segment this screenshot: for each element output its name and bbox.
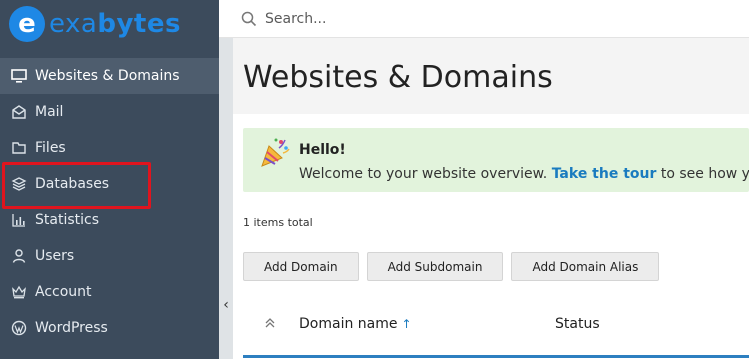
- table-header-divider: [243, 355, 749, 358]
- sidebar-item-mail[interactable]: Mail: [0, 94, 219, 130]
- welcome-title: Hello!: [299, 142, 346, 158]
- column-header-status[interactable]: Status: [555, 316, 600, 332]
- sidebar-item-wordpress[interactable]: WordPress: [0, 310, 219, 346]
- welcome-banner: Hello! Welcome to your website overview.…: [243, 128, 749, 192]
- sidebar-item-files[interactable]: Files: [0, 130, 219, 166]
- bar-chart-icon: [11, 212, 27, 228]
- main-content: ‹ Websites & Domains Hello! Welcome to y…: [219, 38, 749, 359]
- sidebar-item-websites-domains[interactable]: Websites & Domains: [0, 58, 219, 94]
- page-title: Websites & Domains: [243, 60, 553, 95]
- sidebar-item-label: Websites & Domains: [35, 68, 180, 84]
- wordpress-icon: [11, 320, 27, 336]
- sidebar-item-users[interactable]: Users: [0, 238, 219, 274]
- add-domain-alias-button[interactable]: Add Domain Alias: [511, 252, 660, 281]
- sidebar-item-label: Users: [35, 248, 75, 264]
- sidebar-item-label: Account: [35, 284, 92, 300]
- search-icon: [241, 11, 257, 27]
- welcome-text: Welcome to your website overview. Take t…: [299, 166, 749, 182]
- sidebar-item-label: Databases: [35, 176, 110, 192]
- search-input[interactable]: [265, 10, 565, 27]
- sidebar-item-label: Files: [35, 140, 66, 156]
- top-bar: [219, 0, 749, 38]
- sidebar-nav: Websites & Domains Mail Files Databases …: [0, 58, 219, 346]
- logo-mark: e: [9, 6, 45, 42]
- sidebar-item-databases[interactable]: Databases: [0, 166, 219, 202]
- content-panel: Hello! Welcome to your website overview.…: [233, 114, 749, 359]
- sort-ascending-icon: ↑: [401, 317, 412, 331]
- sidebar: e exabytes Websites & Domains Mail Files: [0, 0, 219, 359]
- mail-icon: [11, 104, 27, 120]
- sidebar-item-label: Mail: [35, 104, 64, 120]
- add-domain-button[interactable]: Add Domain: [243, 252, 359, 281]
- brand-logo[interactable]: e exabytes: [0, 0, 219, 48]
- take-tour-link[interactable]: Take the tour: [552, 166, 657, 182]
- collapse-all-icon[interactable]: [263, 316, 277, 330]
- logo-wordmark: exabytes: [49, 9, 181, 39]
- party-popper-icon: [257, 136, 291, 170]
- toolbar: Add Domain Add Subdomain Add Domain Alia…: [243, 252, 660, 281]
- sidebar-item-statistics[interactable]: Statistics: [0, 202, 219, 238]
- monitor-icon: [11, 68, 27, 84]
- column-header-domain-name[interactable]: Domain name ↑: [299, 316, 412, 332]
- sidebar-item-label: WordPress: [35, 320, 108, 336]
- add-subdomain-button[interactable]: Add Subdomain: [366, 252, 504, 281]
- sidebar-item-label: Statistics: [35, 212, 99, 228]
- collapse-sidebar-button[interactable]: ‹: [219, 290, 233, 320]
- table-header: Domain name ↑ Status: [243, 304, 749, 344]
- sidebar-item-account[interactable]: Account: [0, 274, 219, 310]
- crown-icon: [11, 284, 27, 300]
- items-total: 1 items total: [243, 216, 313, 229]
- user-icon: [11, 248, 27, 264]
- folder-icon: [11, 140, 27, 156]
- layers-icon: [11, 176, 27, 192]
